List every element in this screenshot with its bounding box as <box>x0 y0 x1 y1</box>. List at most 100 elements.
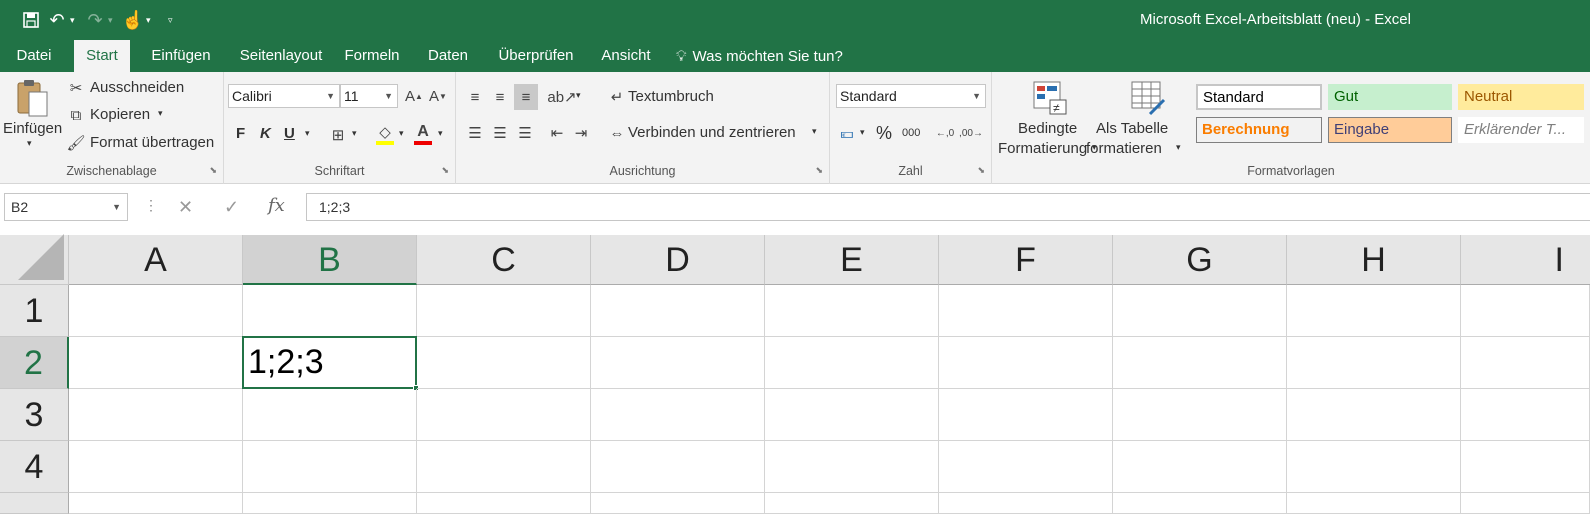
column-header-i[interactable]: I <box>1461 235 1590 285</box>
cell-f3[interactable] <box>939 389 1113 441</box>
customize-qat-icon[interactable]: ▿ <box>168 15 180 26</box>
fill-dropdown-icon[interactable]: ▾ <box>399 128 404 139</box>
cell-f1[interactable] <box>939 285 1113 337</box>
style-eingabe[interactable]: Eingabe <box>1328 117 1452 143</box>
cell-c5[interactable] <box>417 493 591 514</box>
cell-g3[interactable] <box>1113 389 1287 441</box>
cell-d2[interactable] <box>591 337 765 389</box>
redo-dropdown-icon[interactable]: ▾ <box>108 15 120 26</box>
alignment-launcher-icon[interactable]: ⬊ <box>815 165 823 176</box>
column-header-d[interactable]: D <box>591 235 765 285</box>
style-berechnung[interactable]: Berechnung <box>1196 117 1322 143</box>
style-erklaerend[interactable]: Erklärender T... <box>1458 117 1584 143</box>
currency-icon[interactable]: 💶︎ <box>836 122 858 144</box>
cell-a2[interactable] <box>69 337 243 389</box>
tab-ansicht[interactable]: Ansicht <box>594 40 658 72</box>
percent-button[interactable]: % <box>876 123 892 144</box>
cell-i5[interactable] <box>1461 493 1590 514</box>
insert-function-icon[interactable]: fx <box>268 195 285 216</box>
redo-icon[interactable]: ↷ <box>82 8 108 32</box>
column-header-f[interactable]: F <box>939 235 1113 285</box>
tell-me-box[interactable]: 💡︎ Was möchten Sie tun? <box>676 40 843 72</box>
paste-button[interactable]: Einfügen <box>3 120 62 137</box>
number-format-combo[interactable]: Standard ▼ <box>836 84 986 108</box>
font-name-combo[interactable]: Calibri ▼ <box>228 84 340 108</box>
name-box[interactable]: B2 ▼ <box>4 193 128 221</box>
cell-g5[interactable] <box>1113 493 1287 514</box>
cell-d5[interactable] <box>591 493 765 514</box>
cell-e1[interactable] <box>765 285 939 337</box>
currency-dropdown-icon[interactable]: ▾ <box>860 127 865 138</box>
cell-f2[interactable] <box>939 337 1113 389</box>
row-header-1[interactable]: 1 <box>0 285 69 337</box>
cell-e2[interactable] <box>765 337 939 389</box>
tab-datei[interactable]: Datei <box>0 40 68 72</box>
row-header-4[interactable]: 4 <box>0 441 69 493</box>
cell-b4[interactable] <box>243 441 417 493</box>
cell-g1[interactable] <box>1113 285 1287 337</box>
format-painter-button[interactable]: Format übertragen <box>90 134 214 151</box>
paste-dropdown-icon[interactable]: ▾ <box>27 138 32 149</box>
conditional-formatting-line2[interactable]: Formatierung <box>998 140 1087 157</box>
copy-button[interactable]: Kopieren <box>90 106 150 123</box>
font-size-combo[interactable]: 11 ▼ <box>340 84 398 108</box>
font-color-icon[interactable]: A <box>412 122 434 146</box>
border-dropdown-icon[interactable]: ▾ <box>352 128 357 139</box>
orientation-dropdown-icon[interactable]: ▾ <box>576 90 581 101</box>
cell-e5[interactable] <box>765 493 939 514</box>
cell-e4[interactable] <box>765 441 939 493</box>
formula-input[interactable]: 1;2;3 <box>306 193 1590 221</box>
align-left-icon[interactable]: ☰ <box>464 122 486 144</box>
cell-a1[interactable] <box>69 285 243 337</box>
row-header-3[interactable]: 3 <box>0 389 69 441</box>
cell-h3[interactable] <box>1287 389 1461 441</box>
row-header-2[interactable]: 2 <box>0 337 69 389</box>
more-icon[interactable]: ⋮ <box>144 197 158 214</box>
decrease-font-icon[interactable]: A ▼ <box>428 86 448 106</box>
cut-button[interactable]: Ausschneiden <box>90 79 184 96</box>
column-header-g[interactable]: G <box>1113 235 1287 285</box>
column-header-h[interactable]: H <box>1287 235 1461 285</box>
cell-b5[interactable] <box>243 493 417 514</box>
format-as-table-dropdown-icon[interactable]: ▾ <box>1176 142 1181 153</box>
cell-g2[interactable] <box>1113 337 1287 389</box>
merge-center-button[interactable]: Verbinden und zentrieren <box>628 124 796 141</box>
align-bottom-icon[interactable]: ≡ <box>514 84 538 110</box>
cell-h5[interactable] <box>1287 493 1461 514</box>
cell-e3[interactable] <box>765 389 939 441</box>
underline-button[interactable]: U <box>284 125 295 142</box>
cell-d3[interactable] <box>591 389 765 441</box>
enter-icon[interactable]: ✓ <box>224 197 239 218</box>
save-icon[interactable] <box>18 8 44 32</box>
tab-start[interactable]: Start <box>74 40 130 72</box>
tab-formeln[interactable]: Formeln <box>340 40 404 72</box>
font-launcher-icon[interactable]: ⬊ <box>441 165 449 176</box>
touch-mode-icon[interactable]: ☝ <box>120 8 146 32</box>
cell-f5[interactable] <box>939 493 1113 514</box>
cell-d4[interactable] <box>591 441 765 493</box>
cell-i1[interactable] <box>1461 285 1590 337</box>
cell-b1[interactable] <box>243 285 417 337</box>
format-as-table-line1[interactable]: Als Tabelle <box>1096 120 1168 137</box>
wrap-text-button[interactable]: Textumbruch <box>628 88 714 105</box>
copy-dropdown-icon[interactable]: ▾ <box>158 108 163 119</box>
align-right-icon[interactable]: ☰ <box>514 122 536 144</box>
select-all-button[interactable] <box>0 234 69 285</box>
cell-c3[interactable] <box>417 389 591 441</box>
cell-g4[interactable] <box>1113 441 1287 493</box>
tab-ueberpruefen[interactable]: Überprüfen <box>490 40 582 72</box>
tab-seitenlayout[interactable]: Seitenlayout <box>227 40 335 72</box>
column-header-c[interactable]: C <box>417 235 591 285</box>
undo-dropdown-icon[interactable]: ▾ <box>70 15 82 26</box>
cell-f4[interactable] <box>939 441 1113 493</box>
number-launcher-icon[interactable]: ⬊ <box>977 165 985 176</box>
decrease-decimal-icon[interactable]: ,00→ <box>959 122 983 144</box>
cell-c2[interactable] <box>417 337 591 389</box>
cell-h2[interactable] <box>1287 337 1461 389</box>
thousands-button[interactable]: 000 <box>902 127 920 139</box>
cancel-icon[interactable]: ✕ <box>178 197 193 218</box>
align-top-icon[interactable]: ≡ <box>464 86 486 108</box>
style-neutral[interactable]: Neutral <box>1458 84 1584 110</box>
tab-einfuegen[interactable]: Einfügen <box>139 40 223 72</box>
cell-a3[interactable] <box>69 389 243 441</box>
